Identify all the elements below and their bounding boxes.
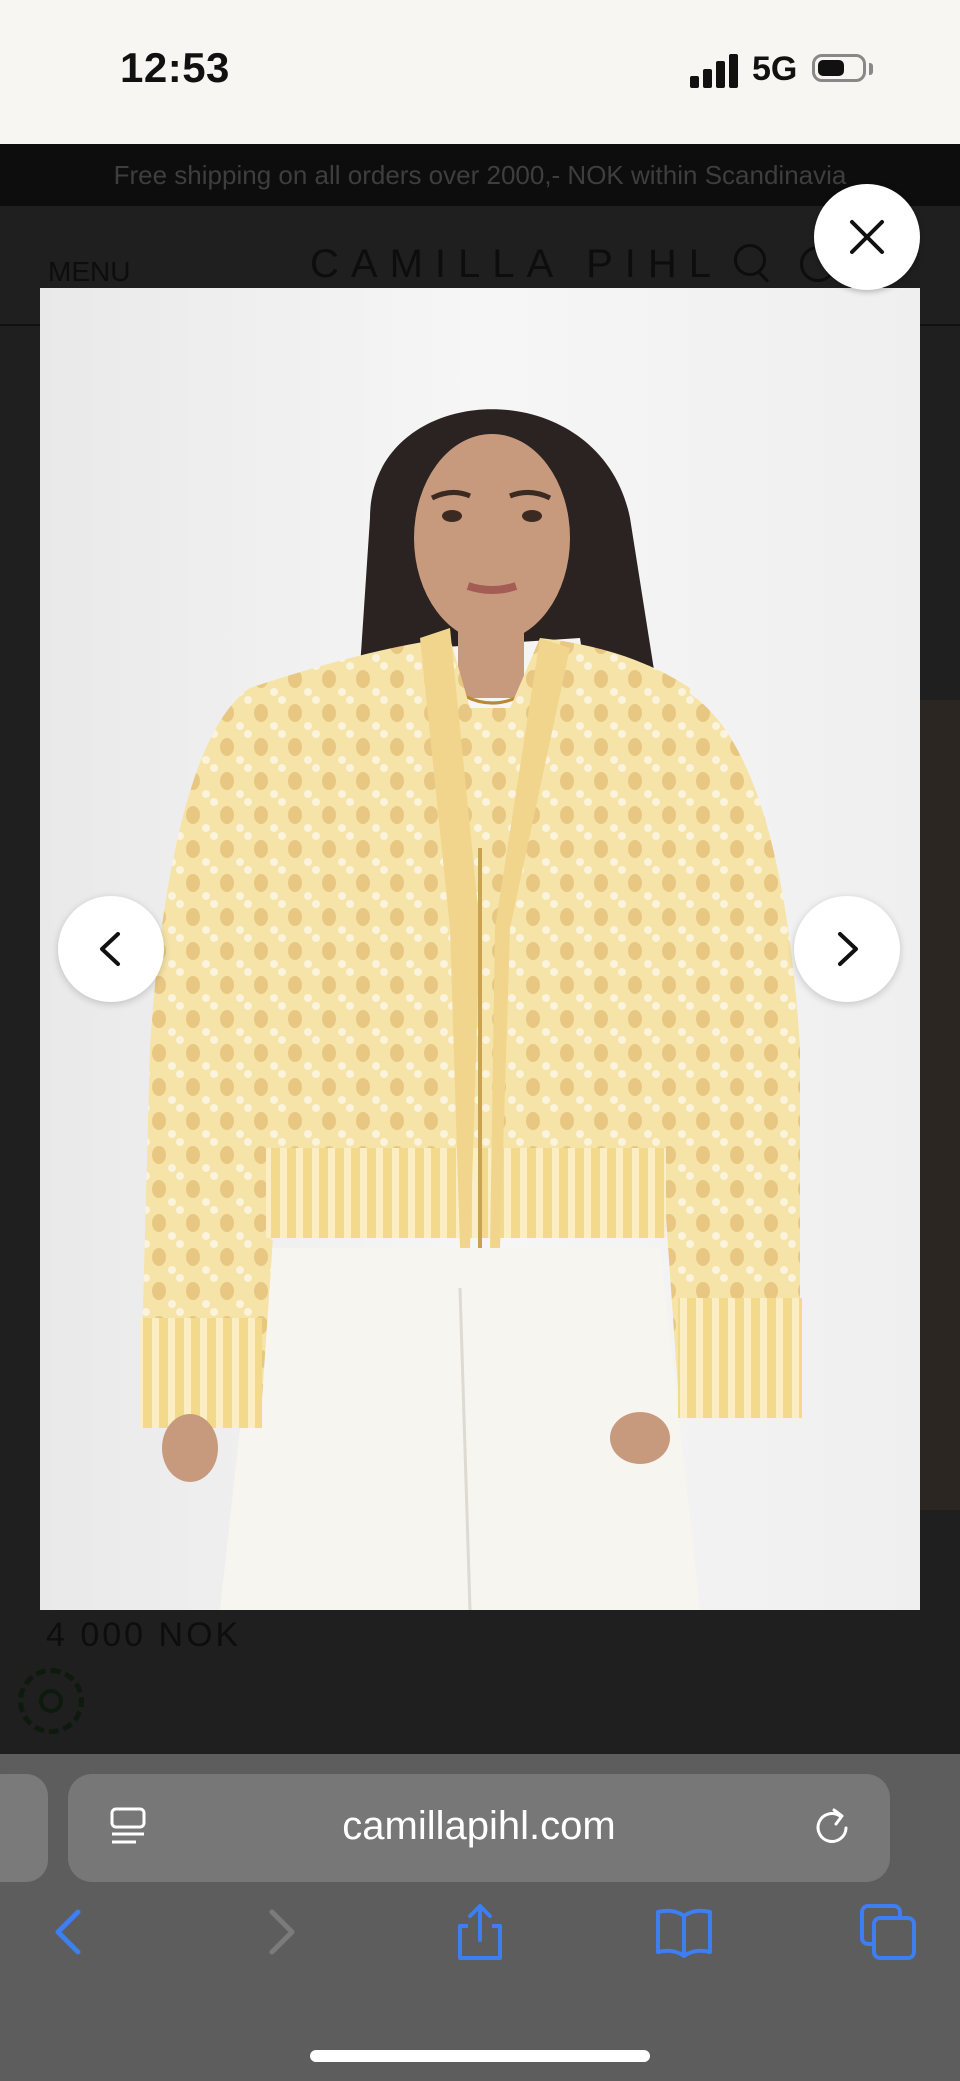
brand-logo[interactable]: CAMILLA PIHL <box>310 242 723 287</box>
close-icon <box>850 220 884 254</box>
product-photo <box>40 288 920 1610</box>
sustainability-badge-icon <box>18 1668 84 1734</box>
chevron-right-icon <box>838 932 858 966</box>
bookmarks-icon[interactable] <box>654 1902 714 1962</box>
next-image-button[interactable] <box>794 896 900 1002</box>
back-icon[interactable] <box>40 1902 100 1962</box>
reload-icon[interactable] <box>810 1804 856 1850</box>
status-time: 12:53 <box>120 44 230 91</box>
network-type: 5G <box>752 50 798 88</box>
previous-image-button[interactable] <box>58 896 164 1002</box>
tabs-icon[interactable] <box>858 1902 918 1962</box>
next-product-image-peek <box>920 700 960 1510</box>
menu-button[interactable]: MENU <box>48 256 130 288</box>
forward-icon[interactable] <box>250 1902 310 1962</box>
browser-toolbar: camillapihl.com <box>0 1754 960 2081</box>
battery-icon <box>812 54 874 86</box>
home-indicator[interactable] <box>310 2050 650 2062</box>
product-price: 4 000 NOK <box>46 1616 242 1654</box>
previous-tab-peek[interactable] <box>0 1774 48 1882</box>
close-button[interactable] <box>814 184 920 290</box>
signal-icon <box>690 52 740 88</box>
search-icon[interactable] <box>734 244 774 284</box>
status-bar: 12:53 5G <box>0 0 960 144</box>
url-text[interactable]: camillapihl.com <box>68 1804 890 1849</box>
product-image <box>40 288 920 1610</box>
address-bar[interactable]: camillapihl.com <box>68 1774 890 1882</box>
chevron-left-icon <box>100 932 120 966</box>
share-icon[interactable] <box>450 1902 510 1962</box>
